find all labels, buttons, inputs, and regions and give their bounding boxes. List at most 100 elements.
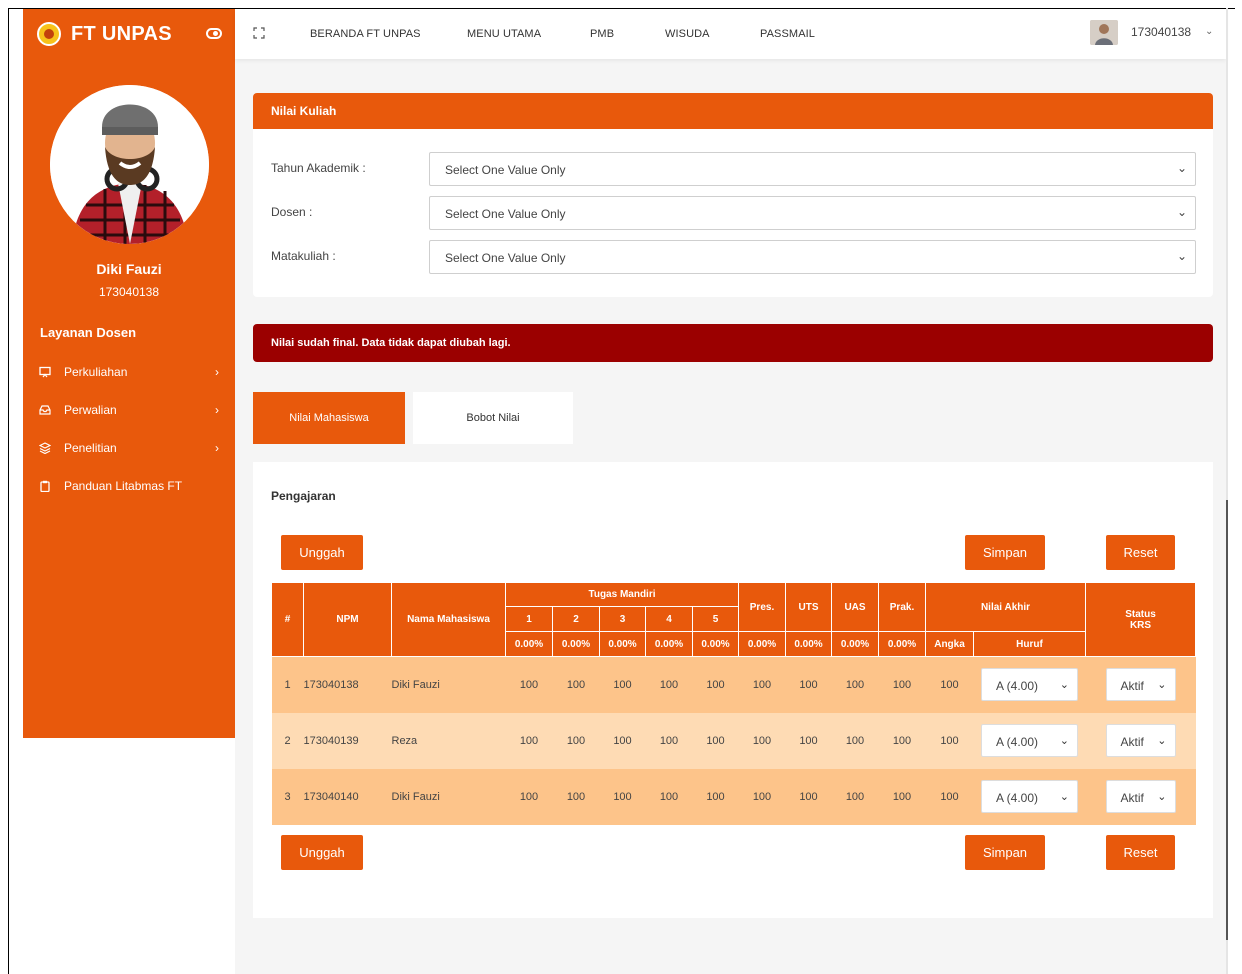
user-menu-label[interactable]: 173040138: [1131, 25, 1191, 39]
weight-tugas-4: 0.00%: [645, 631, 693, 657]
cell-status: Aktif ⌄: [1085, 656, 1196, 713]
user-avatar[interactable]: [1090, 20, 1118, 45]
upload-button-top[interactable]: Unggah: [281, 535, 363, 570]
sidebar-item-perwalian[interactable]: Perwalian ›: [23, 391, 235, 429]
form-row-tahun: Tahun Akademik : Select One Value Only ⌄: [271, 152, 1196, 186]
clipboard-icon: [39, 480, 51, 493]
cell-score: 100: [878, 768, 926, 825]
sidebar-item-label: Perwalian: [64, 403, 117, 417]
window-frame-top: [8, 8, 1235, 9]
brand-title: FT UNPAS: [71, 22, 172, 45]
inbox-icon: [39, 404, 51, 416]
table-row: 3 173040140 Diki Fauzi 100 100 100 100 1…: [271, 768, 1196, 825]
layers-icon: [38, 442, 52, 455]
chevron-down-icon: ⌄: [1157, 679, 1167, 692]
chevron-right-icon: ›: [215, 441, 219, 455]
col-header-tugas-5: 5: [692, 606, 739, 632]
cell-score: 100: [831, 712, 879, 769]
chevron-down-icon: ⌄: [1157, 735, 1167, 747]
nav-menu-utama[interactable]: MENU UTAMA: [467, 28, 541, 40]
sidebar-item-panduan-litabmas[interactable]: Panduan Litabmas FT: [23, 467, 235, 505]
col-header-nilai-akhir: Nilai Akhir: [925, 582, 1086, 632]
top-navbar: BERANDA FT UNPAS MENU UTAMA PMB WISUDA P…: [235, 9, 1226, 59]
weight-tugas-5: 0.00%: [692, 631, 739, 657]
cell-score: 100: [692, 656, 739, 713]
cell-score: 100: [599, 712, 646, 769]
status-krs-select[interactable]: Aktif ⌄: [1105, 724, 1176, 757]
cell-angka: 100: [925, 712, 974, 769]
nav-passmail[interactable]: PASSMAIL: [760, 28, 815, 40]
col-header-huruf: Huruf: [973, 631, 1086, 657]
chevron-down-icon: ⌄: [1157, 791, 1167, 803]
grade-letter-select[interactable]: A (4.00) ⌄: [981, 668, 1078, 702]
col-header-uts: UTS: [785, 582, 832, 632]
tab-bobot-nilai[interactable]: Bobot Nilai: [413, 392, 573, 444]
nav-pmb[interactable]: PMB: [590, 28, 614, 40]
sidebar-item-penelitian[interactable]: Penelitian ›: [23, 429, 235, 467]
scrollbar-thumb[interactable]: [1226, 500, 1228, 940]
chevron-down-icon: ⌄: [1059, 679, 1069, 692]
select-value: Select One Value Only: [445, 207, 566, 221]
cell-score: 100: [692, 768, 739, 825]
sidebar-item-label: Panduan Litabmas FT: [64, 479, 183, 493]
sidebar-menu: Perkuliahan › Perwalian › Penelitian › P…: [23, 353, 235, 505]
select-value: Select One Value Only: [445, 163, 566, 177]
reset-button-top[interactable]: Reset: [1106, 535, 1175, 570]
select-value: Aktif: [1120, 791, 1144, 805]
field-label: Tahun Akademik :: [271, 161, 366, 175]
nav-beranda[interactable]: BERANDA FT UNPAS: [310, 28, 421, 40]
nav-wisuda[interactable]: WISUDA: [665, 28, 710, 40]
cell-score: 100: [599, 768, 646, 825]
cell-angka: 100: [925, 656, 974, 713]
sidebar-toggle-icon[interactable]: [206, 28, 222, 39]
fullscreen-icon[interactable]: [253, 26, 265, 39]
save-button-top[interactable]: Simpan: [965, 535, 1045, 570]
cell-score: 100: [505, 768, 553, 825]
cell-name: Diki Fauzi: [391, 656, 506, 713]
select-value: Aktif: [1120, 735, 1144, 749]
status-krs-select[interactable]: Aktif ⌄: [1105, 780, 1176, 813]
brand[interactable]: FT UNPAS: [23, 9, 235, 59]
chevron-down-icon: ⌄: [1176, 205, 1187, 219]
cell-score: 100: [785, 656, 832, 713]
sidebar: FT UNPAS Diki Fauzi 173040138 Layanan Do…: [23, 9, 235, 738]
grade-letter-select[interactable]: A (4.00) ⌄: [981, 724, 1078, 757]
select-value: A (4.00): [996, 679, 1039, 694]
sidebar-item-perkuliahan[interactable]: Perkuliahan ›: [23, 353, 235, 391]
dosen-select[interactable]: Select One Value Only ⌄: [429, 196, 1196, 230]
chevron-down-icon[interactable]: ⌄: [1205, 26, 1213, 37]
cell-score: 100: [552, 712, 600, 769]
status-krs-select[interactable]: Aktif ⌄: [1105, 668, 1176, 702]
col-header-no: #: [271, 582, 304, 657]
chevron-right-icon: ›: [215, 365, 219, 379]
upload-button-bottom[interactable]: Unggah: [281, 835, 363, 870]
col-header-pres: Pres.: [738, 582, 786, 632]
cell-score: 100: [645, 712, 693, 769]
col-header-name: Nama Mahasiswa: [391, 582, 506, 657]
col-header-tugas-3: 3: [599, 606, 646, 632]
col-header-prak: Prak.: [878, 582, 926, 632]
cell-score: 100: [645, 656, 693, 713]
profile-name: Diki Fauzi: [96, 261, 162, 277]
select-value: A (4.00): [996, 735, 1039, 749]
grades-card: Pengajaran Unggah Simpan Reset # NPM Nam…: [253, 462, 1213, 918]
weight-pres: 0.00%: [738, 631, 786, 657]
form-row-matakuliah: Matakuliah : Select One Value Only ⌄: [271, 240, 1196, 274]
presentation-icon: [39, 366, 51, 378]
reset-button-bottom[interactable]: Reset: [1106, 835, 1175, 870]
tab-nilai-mahasiswa[interactable]: Nilai Mahasiswa: [253, 392, 405, 444]
cell-score: 100: [505, 656, 553, 713]
cell-score: 100: [878, 656, 926, 713]
col-header-tugas-2: 2: [552, 606, 600, 632]
save-button-bottom[interactable]: Simpan: [965, 835, 1045, 870]
matakuliah-select[interactable]: Select One Value Only ⌄: [429, 240, 1196, 274]
grade-letter-select[interactable]: A (4.00) ⌄: [981, 780, 1078, 813]
cell-score: 100: [831, 656, 879, 713]
cell-score: 100: [738, 656, 786, 713]
col-header-uas: UAS: [831, 582, 879, 632]
cell-no: 2: [271, 712, 304, 769]
tahun-akademik-select[interactable]: Select One Value Only ⌄: [429, 152, 1196, 186]
col-header-status-krs: Status KRS: [1085, 582, 1196, 657]
cell-huruf: A (4.00) ⌄: [973, 712, 1086, 769]
cell-status: Aktif ⌄: [1085, 768, 1196, 825]
